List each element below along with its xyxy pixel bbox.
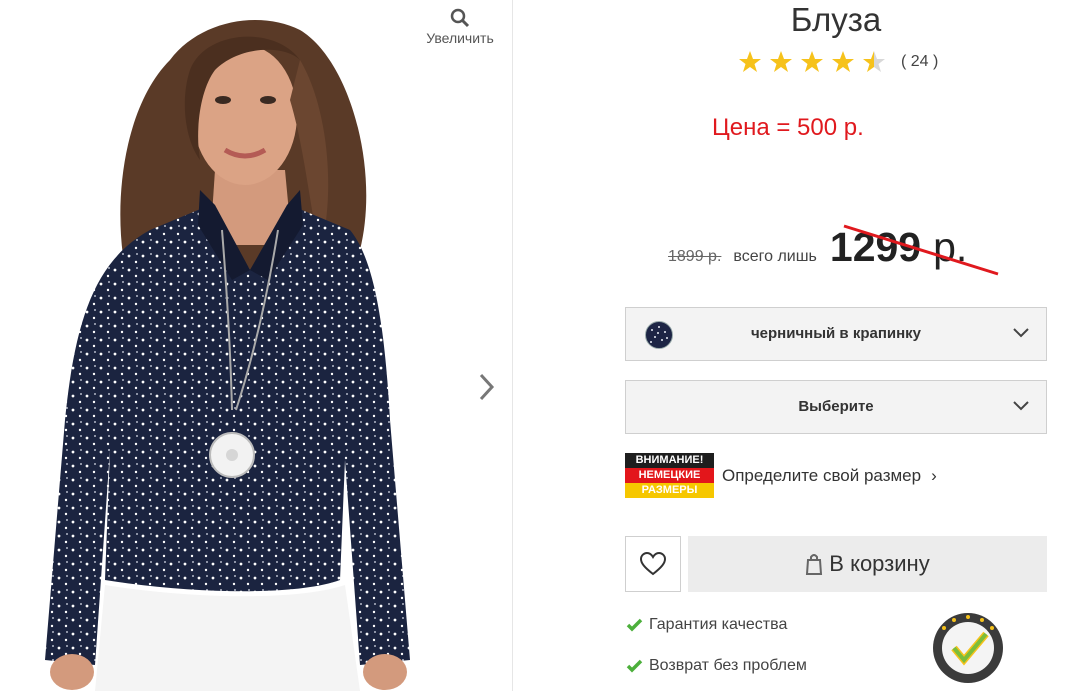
zoom-button[interactable]: Увеличить (418, 8, 502, 48)
add-to-cart-label: В корзину (829, 551, 930, 576)
star-icon (801, 51, 823, 72)
star-half-icon (863, 51, 885, 72)
size-guide-label[interactable]: Определите свой размер (722, 466, 921, 486)
add-to-cart-button[interactable]: В корзину (688, 536, 1047, 592)
divider (512, 0, 513, 691)
chevron-down-icon (1013, 328, 1029, 338)
size-select[interactable]: Выберите (625, 380, 1047, 434)
german-sizes-badge: ВНИМАНИЕ! НЕМЕЦКИЕ РАЗМЕРЫ (625, 453, 714, 498)
chevron-down-icon (1013, 401, 1029, 411)
promo-price: Цена = 500 р. (712, 114, 864, 141)
quality-seal-icon (933, 613, 1003, 683)
color-select-label: черничный в крапинку (750, 325, 922, 342)
price-row: 1899 р. всего лишь 1299 р. (668, 224, 967, 271)
product-title: Блуза (790, 1, 882, 38)
price-prefix: всего лишь (733, 248, 817, 265)
chevron-right-icon: › (931, 465, 937, 485)
chevron-right-icon[interactable] (472, 370, 500, 404)
zoom-label: Увеличить (426, 30, 494, 46)
wishlist-button[interactable] (625, 536, 681, 592)
current-price: 1299 (829, 224, 922, 270)
price-currency: р. (933, 224, 968, 270)
check-icon (626, 659, 643, 673)
rating-count[interactable]: ( 24 ) (901, 53, 938, 71)
star-icon (770, 51, 792, 72)
check-icon (626, 618, 643, 632)
benefit-returns: Возврат без проблем (626, 657, 807, 675)
search-icon (450, 8, 470, 28)
size-guide-link[interactable]: ВНИМАНИЕ! НЕМЕЦКИЕ РАЗМЕРЫ Определите св… (625, 453, 937, 498)
product-photo[interactable] (0, 0, 512, 691)
color-select[interactable]: черничный в крапинку (625, 307, 1047, 361)
benefit-quality: Гарантия качества (626, 616, 787, 634)
product-gallery: Увеличить (0, 0, 512, 691)
product-rating[interactable]: ( 24 ) (738, 50, 938, 74)
heart-icon (640, 552, 666, 576)
size-select-label: Выберите (798, 398, 874, 415)
star-icon (739, 51, 761, 72)
old-price: 1899 р. (668, 248, 722, 265)
shopping-bag-icon (806, 554, 823, 575)
star-icon (832, 51, 854, 72)
